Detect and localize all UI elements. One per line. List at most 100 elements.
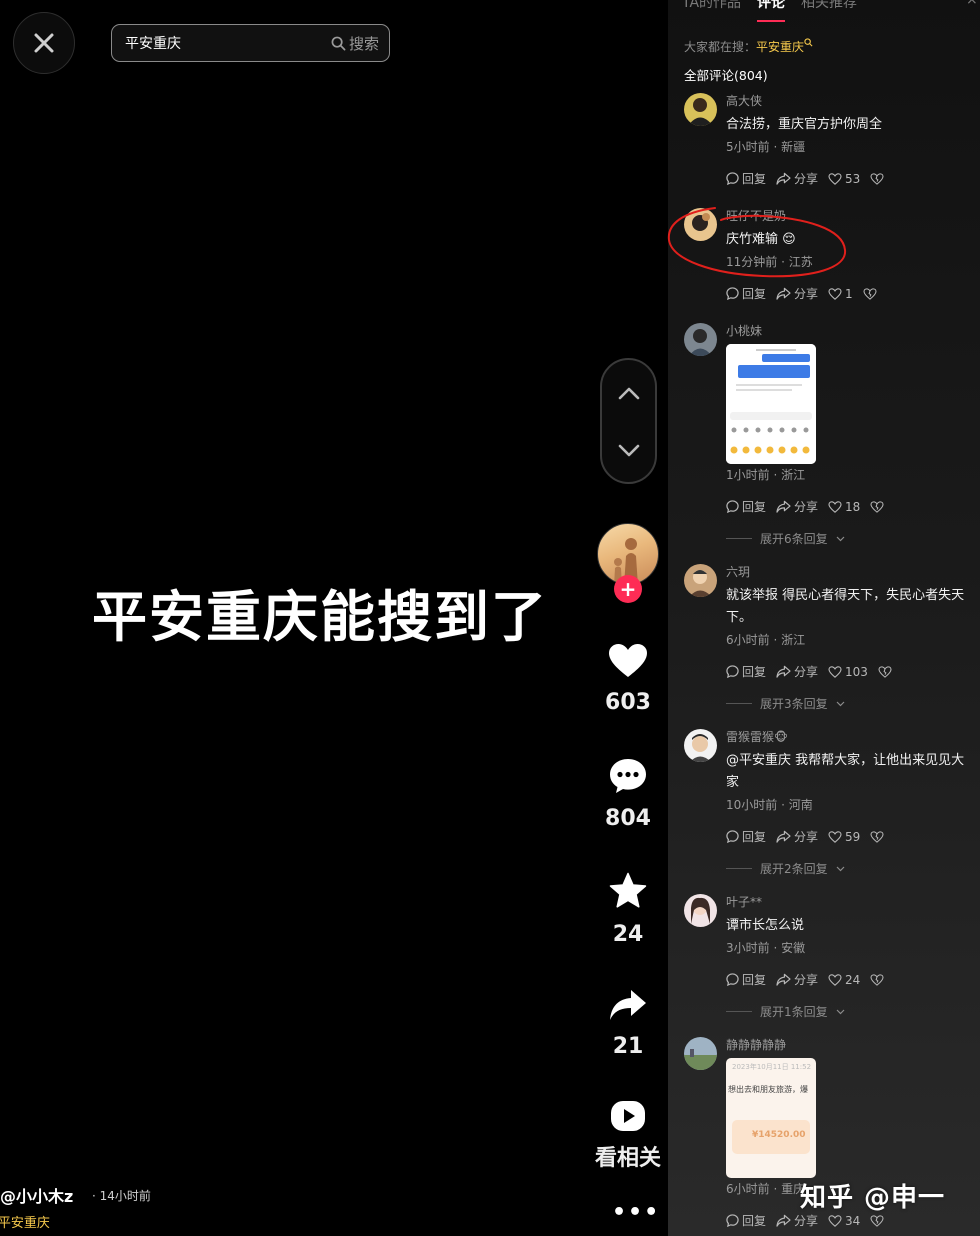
dislike-button[interactable] [870, 973, 884, 986]
dislike-button[interactable] [870, 1214, 884, 1227]
share-count: 21 [612, 1034, 644, 1059]
close-button[interactable] [13, 12, 75, 74]
dislike-button[interactable] [870, 500, 884, 513]
tab-comments[interactable]: 评论 [757, 0, 786, 22]
heart-icon [609, 644, 647, 677]
broken-heart-icon [870, 830, 884, 843]
comment-username[interactable]: 旺仔不是奶 [726, 208, 976, 224]
favorite-button[interactable]: 24 [590, 872, 666, 947]
comment-username[interactable]: 小桃妹 [726, 323, 976, 339]
search-button[interactable]: 搜索 [331, 33, 379, 54]
comment-like-button[interactable]: 59 [828, 830, 860, 844]
tab-related[interactable]: 相关推荐 [801, 0, 857, 12]
avatar[interactable] [684, 208, 717, 241]
expand-replies-button[interactable]: 展开6条回复 [726, 530, 976, 547]
expand-replies-button[interactable]: 展开1条回复 [726, 1003, 976, 1020]
reply-button[interactable]: 回复 [726, 1212, 766, 1229]
share-comment-button[interactable]: 分享 [776, 971, 818, 988]
comment-like-count: 18 [845, 499, 861, 514]
divider [726, 538, 752, 539]
avatar[interactable] [684, 894, 717, 927]
comment-screenshot-image[interactable]: 2023年10月11日 11:52 想出去和朋友旅游，爆 ¥14520.00 [726, 1058, 816, 1178]
reply-button[interactable]: 回复 [726, 971, 766, 988]
heart-outline-icon [828, 287, 842, 300]
next-video-button[interactable] [602, 424, 655, 478]
reply-button[interactable]: 回复 [726, 498, 766, 515]
search-box[interactable]: 搜索 [111, 24, 390, 62]
plus-icon: + [619, 577, 637, 601]
expand-label: 展开6条回复 [760, 532, 828, 546]
star-icon [609, 872, 647, 908]
reply-label: 回复 [742, 1214, 767, 1228]
dislike-button[interactable] [863, 287, 877, 300]
hashtag-link[interactable]: #平安重庆 [0, 1212, 50, 1231]
comment-like-count: 24 [845, 972, 861, 987]
comment-like-count: 53 [845, 171, 861, 186]
comment-actions: 回复 分享 18 [726, 498, 976, 515]
share-button[interactable]: 21 [590, 988, 666, 1059]
comment-username[interactable]: 静静静静静 [726, 1037, 976, 1053]
dislike-button[interactable] [870, 830, 884, 843]
comment-text: 就该举报 得民心者得天下，失民心者失天下。 [726, 588, 965, 625]
avatar[interactable] [684, 93, 717, 126]
reply-button[interactable]: 回复 [726, 285, 766, 302]
transfer-card: ¥14520.00 [732, 1120, 810, 1154]
previous-video-button[interactable] [602, 366, 655, 420]
reply-button[interactable]: 回复 [726, 663, 766, 680]
expand-label: 展开3条回复 [760, 697, 828, 711]
follow-button[interactable]: + [614, 575, 642, 603]
share-label: 分享 [794, 1214, 819, 1228]
comment-button[interactable]: 804 [590, 758, 666, 831]
related-button[interactable]: 看相关 [590, 1100, 666, 1172]
share-label: 分享 [794, 287, 819, 301]
comment-username[interactable]: 叶子** [726, 894, 976, 910]
author-name[interactable]: @小小木z [0, 1183, 73, 1207]
comment-like-button[interactable]: 1 [828, 287, 853, 301]
panel-close-button[interactable]: × [966, 0, 978, 8]
video-area[interactable]: 搜索 平安重庆能搜到了 + 603 [0, 0, 668, 1236]
reply-bubble-icon [726, 665, 739, 678]
avatar[interactable] [684, 564, 717, 597]
comment-username[interactable]: 雷猴雷猴🐵 [726, 729, 976, 745]
dislike-button[interactable] [878, 665, 892, 678]
comment-like-count: 59 [845, 829, 861, 844]
comment-text: 庆竹难输 😌 [726, 232, 796, 247]
share-comment-button[interactable]: 分享 [776, 498, 818, 515]
comment-like-button[interactable]: 103 [828, 665, 868, 679]
share-arrow-icon [776, 973, 791, 986]
dislike-button[interactable] [870, 172, 884, 185]
comment-meta: 5小时前 · 新疆 [726, 140, 806, 154]
reply-button[interactable]: 回复 [726, 170, 766, 187]
comment-actions: 回复 分享 1 [726, 285, 976, 302]
expand-label: 展开1条回复 [760, 1005, 828, 1019]
avatar[interactable] [684, 1037, 717, 1070]
more-button[interactable]: ••• [612, 1200, 660, 1225]
share-comment-button[interactable]: 分享 [776, 285, 818, 302]
hot-search-keyword[interactable]: 平安重庆 [756, 40, 804, 54]
chevron-down-icon [618, 444, 639, 457]
comment-like-button[interactable]: 34 [828, 1214, 860, 1228]
expand-replies-button[interactable]: 展开2条回复 [726, 860, 976, 877]
tab-works[interactable]: TA的作品 [682, 0, 741, 12]
reply-button[interactable]: 回复 [726, 828, 766, 845]
reply-label: 回复 [742, 500, 767, 514]
divider [726, 868, 752, 869]
avatar[interactable] [684, 323, 717, 356]
comment-like-button[interactable]: 24 [828, 973, 860, 987]
expand-replies-button[interactable]: 展开3条回复 [726, 695, 976, 712]
comment-meta: 3小时前 · 安徽 [726, 941, 806, 955]
comment-like-button[interactable]: 53 [828, 172, 860, 186]
favorite-count: 24 [612, 922, 644, 947]
comment-username[interactable]: 六玥 [726, 564, 976, 580]
avatar[interactable] [684, 729, 717, 762]
comment-username[interactable]: 高大侠 [726, 93, 976, 109]
share-comment-button[interactable]: 分享 [776, 1212, 818, 1229]
share-comment-button[interactable]: 分享 [776, 828, 818, 845]
comment-screenshot-image[interactable] [726, 344, 816, 464]
search-icon [331, 36, 346, 50]
comment-like-button[interactable]: 18 [828, 500, 860, 514]
search-input[interactable] [125, 35, 331, 51]
share-comment-button[interactable]: 分享 [776, 170, 818, 187]
share-comment-button[interactable]: 分享 [776, 663, 818, 680]
like-button[interactable]: 603 [590, 644, 666, 715]
